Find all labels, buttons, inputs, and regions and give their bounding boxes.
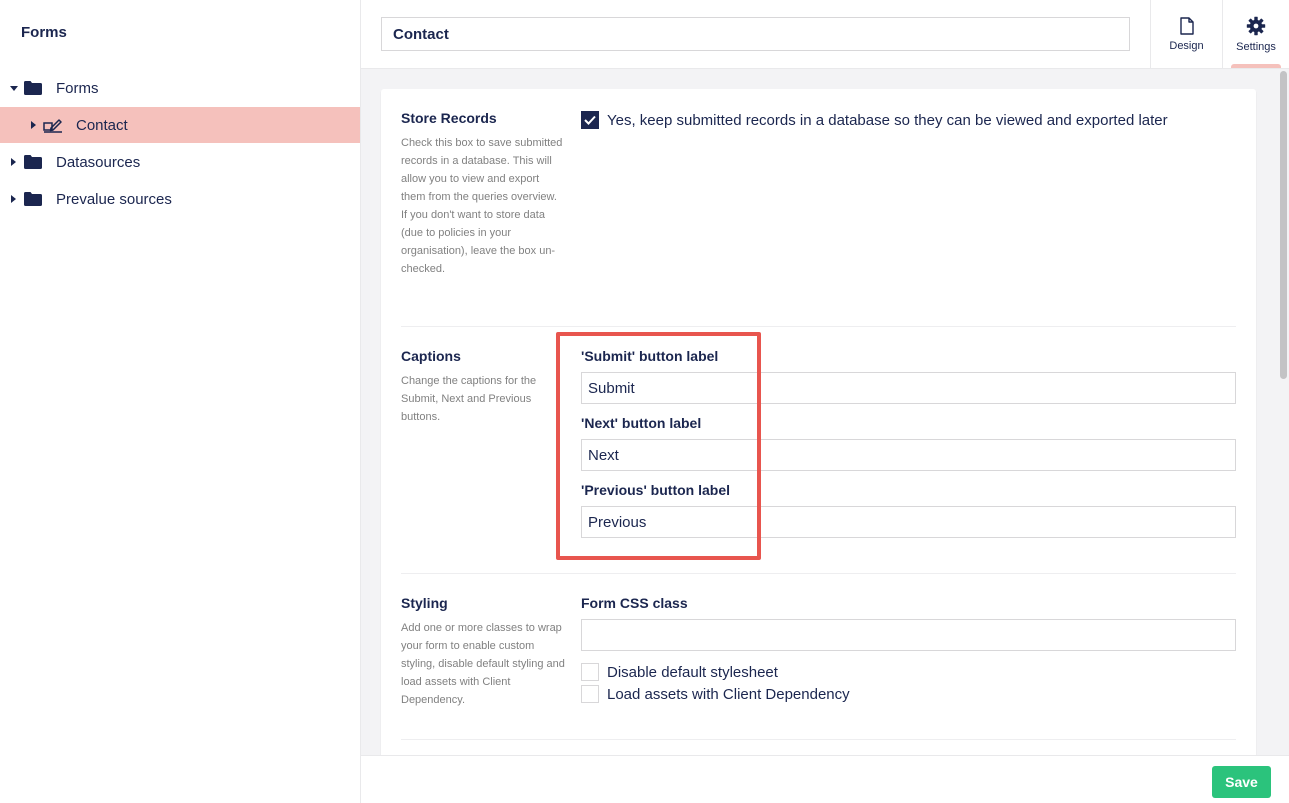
tree-item-datasources[interactable]: Datasources [0,144,360,180]
caret-down-icon[interactable] [9,83,19,93]
save-button[interactable]: Save [1212,766,1271,798]
folder-icon [24,155,42,169]
section-divider [401,573,1236,574]
tree-item-label: Forms [56,79,99,97]
active-tab-indicator [1231,64,1281,68]
load-assets-label: Load assets with Client Dependency [607,685,850,703]
section-divider [401,326,1236,327]
tree-item-label: Datasources [56,153,141,171]
caret-right-icon[interactable] [8,194,18,204]
main-content: Store Records Check this box to save sub… [361,69,1289,755]
settings-card: Store Records Check this box to save sub… [381,89,1256,755]
tree-item-prevalue-sources[interactable]: Prevalue sources [0,181,360,217]
tree-item-forms[interactable]: Forms [0,70,360,106]
settings-app-button[interactable]: Settings [1222,0,1289,68]
scrollbar-thumb[interactable] [1280,71,1287,379]
folder-icon [24,81,42,95]
store-records-title: Store Records [401,110,497,126]
disable-stylesheet-checkbox[interactable] [581,663,599,681]
disable-stylesheet-label: Disable default stylesheet [607,663,778,681]
scrollbar[interactable] [1277,69,1289,755]
store-records-description: Check this box to save submitted records… [401,137,563,275]
sidebar: Forms Forms Contact Datasources Prevalue… [0,0,361,803]
store-records-label: Yes, keep submitted records in a databas… [607,111,1168,129]
css-class-input[interactable] [581,619,1236,651]
design-app-button[interactable]: Design [1150,0,1222,68]
tree-item-label: Contact [76,116,128,134]
form-name-input[interactable] [381,17,1130,51]
folder-icon [24,192,42,206]
form-edit-icon [43,119,62,133]
editor-footer: Save [361,755,1289,803]
css-class-label: Form CSS class [581,595,688,611]
tree-item-label: Prevalue sources [56,190,172,208]
tree-item-contact[interactable]: Contact [0,107,360,143]
highlight-annotation [556,332,761,560]
design-label: Design [1169,39,1204,52]
captions-description: Change the captions for the Submit, Next… [401,375,537,423]
load-assets-checkbox[interactable] [581,685,599,703]
store-records-row[interactable]: Yes, keep submitted records in a databas… [581,111,1168,129]
caret-right-icon[interactable] [8,157,18,167]
caret-right-icon[interactable] [28,120,38,130]
section-divider [401,739,1236,740]
load-assets-row[interactable]: Load assets with Client Dependency [581,685,850,703]
styling-title: Styling [401,595,448,611]
sidebar-title: Forms [21,24,67,41]
captions-title: Captions [401,348,461,364]
store-records-checkbox[interactable] [581,111,599,129]
gear-icon [1246,16,1266,35]
settings-label: Settings [1236,40,1276,53]
styling-description: Add one or more classes to wrap your for… [401,622,565,706]
editor-header: Design Settings [361,0,1289,69]
document-icon [1179,16,1194,35]
check-icon [584,115,596,125]
disable-stylesheet-row[interactable]: Disable default stylesheet [581,663,778,681]
